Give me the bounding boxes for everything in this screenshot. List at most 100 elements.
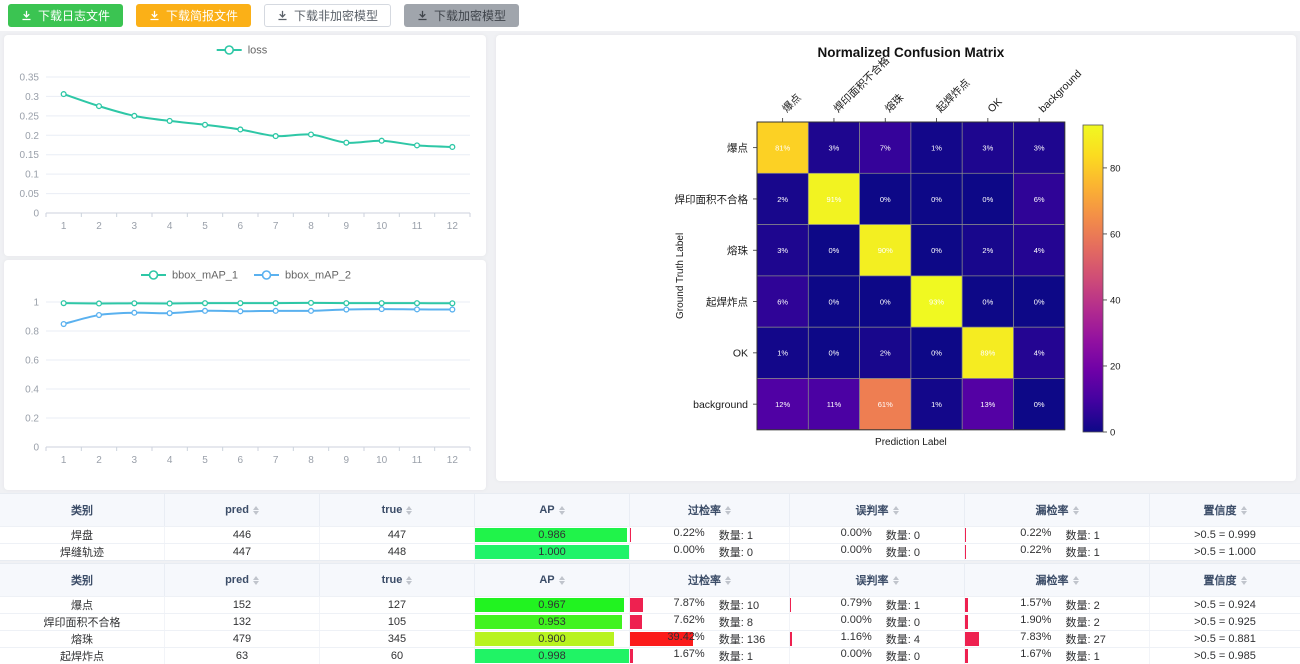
- svg-text:bbox_mAP_2: bbox_mAP_2: [285, 270, 351, 282]
- sort-icon[interactable]: [725, 506, 731, 515]
- conf-cell: >0.5 = 1.000: [1150, 544, 1300, 560]
- over-pct-value: 0.22%: [630, 527, 705, 543]
- over-rate-text: 7.87%数量: 10: [630, 597, 789, 613]
- sort-icon[interactable]: [253, 506, 259, 515]
- miss-pct-value: 1.57%: [965, 597, 1051, 613]
- sort-icon[interactable]: [253, 576, 259, 585]
- sort-down-caret: [406, 511, 412, 515]
- matrix-row-label: 爆点: [727, 141, 748, 154]
- column-header-label: 漏检率: [1036, 502, 1069, 518]
- chart-legend[interactable]: loss: [217, 45, 268, 57]
- column-header-mis[interactable]: 误判率: [790, 564, 965, 596]
- svg-text:0.15: 0.15: [20, 150, 40, 161]
- sort-up-caret: [1241, 576, 1247, 580]
- chart-legend[interactable]: bbox_mAP_1bbox_mAP_2: [141, 270, 351, 282]
- column-header-ap[interactable]: AP: [475, 494, 630, 526]
- sort-icon[interactable]: [1241, 506, 1247, 515]
- sort-up-caret: [893, 506, 899, 510]
- pred-value: 447: [233, 546, 251, 558]
- sort-icon[interactable]: [893, 576, 899, 585]
- sort-icon[interactable]: [1073, 506, 1079, 515]
- column-header-label: true: [382, 574, 403, 586]
- svg-text:20: 20: [1110, 361, 1121, 372]
- column-header-miss[interactable]: 漏检率: [965, 564, 1150, 596]
- matrix-row-label: 焊印面积不合格: [675, 193, 749, 206]
- over-cell: 39.42%数量: 136: [630, 631, 790, 647]
- sort-up-caret: [1241, 506, 1247, 510]
- column-header-pred[interactable]: pred: [165, 494, 320, 526]
- svg-text:0%: 0%: [982, 297, 993, 306]
- svg-text:0: 0: [33, 209, 39, 220]
- download-report-button[interactable]: 下载简报文件: [136, 4, 251, 27]
- svg-text:3%: 3%: [829, 143, 840, 152]
- svg-text:6: 6: [238, 455, 244, 466]
- svg-text:0%: 0%: [931, 349, 942, 358]
- download-log-button[interactable]: 下载日志文件: [8, 4, 123, 27]
- sort-icon[interactable]: [559, 506, 565, 515]
- over-cell: 7.62%数量: 8: [630, 614, 790, 630]
- label-cell: 焊盘: [0, 527, 165, 543]
- svg-text:13%: 13%: [980, 400, 995, 409]
- miss-cell: 1.57%数量: 2: [965, 597, 1150, 613]
- svg-text:4: 4: [167, 221, 173, 232]
- mis-cell: 0.00%数量: 0: [790, 544, 965, 560]
- over-qty-value: 数量: 136: [705, 631, 790, 647]
- true-value: 127: [388, 599, 406, 611]
- conf-cell: >0.5 = 0.985: [1150, 648, 1300, 664]
- column-header-true[interactable]: true: [320, 494, 475, 526]
- mis-qty-value: 数量: 0: [872, 614, 965, 630]
- matrix-xlabel: Prediction Label: [875, 437, 947, 448]
- sort-icon[interactable]: [1241, 576, 1247, 585]
- column-header-ap[interactable]: AP: [475, 564, 630, 596]
- column-header-pred[interactable]: pred: [165, 564, 320, 596]
- column-header-over[interactable]: 过检率: [630, 494, 790, 526]
- label-cell: 爆点: [0, 597, 165, 613]
- column-header-label: 类别: [0, 494, 165, 526]
- download-encrypted-model-button[interactable]: 下载加密模型: [404, 4, 519, 27]
- matrix-row-label: background: [693, 399, 748, 411]
- svg-text:6: 6: [238, 221, 244, 232]
- pred-value: 132: [233, 616, 251, 628]
- download-plain-model-button[interactable]: 下载非加密模型: [264, 4, 391, 27]
- column-header-over[interactable]: 过检率: [630, 564, 790, 596]
- svg-text:3%: 3%: [982, 143, 993, 152]
- mis-qty-value: 数量: 0: [872, 648, 965, 664]
- matrix-ylabel: Ground Truth Label: [675, 233, 686, 319]
- sort-down-caret: [725, 511, 731, 515]
- column-header-label: 误判率: [856, 572, 889, 588]
- column-header-true[interactable]: true: [320, 564, 475, 596]
- label-value: 焊印面积不合格: [44, 614, 121, 630]
- sort-icon[interactable]: [893, 506, 899, 515]
- over-rate-text: 0.00%数量: 0: [630, 544, 789, 560]
- over-qty-value: 数量: 0: [705, 544, 790, 560]
- miss-rate-text: 0.22%数量: 1: [965, 544, 1149, 560]
- over-qty-value: 数量: 10: [705, 597, 790, 613]
- label-cell: 焊缝轨迹: [0, 544, 165, 560]
- sort-icon[interactable]: [406, 576, 412, 585]
- svg-text:4%: 4%: [1034, 349, 1045, 358]
- conf-cell: >0.5 = 0.881: [1150, 631, 1300, 647]
- svg-text:1: 1: [33, 298, 39, 309]
- column-header-mis[interactable]: 误判率: [790, 494, 965, 526]
- sort-icon[interactable]: [725, 576, 731, 585]
- column-header-miss[interactable]: 漏检率: [965, 494, 1150, 526]
- true-cell: 105: [320, 614, 475, 630]
- mis-rate-text: 0.00%数量: 0: [790, 527, 964, 543]
- column-header-label: 置信度: [1204, 572, 1237, 588]
- column-header-label: pred: [225, 574, 249, 586]
- svg-text:10: 10: [376, 221, 388, 232]
- sort-icon[interactable]: [559, 576, 565, 585]
- sort-icon[interactable]: [406, 506, 412, 515]
- svg-text:0%: 0%: [829, 246, 840, 255]
- mis-rate-text: 1.16%数量: 4: [790, 631, 964, 647]
- mis-pct-value: 0.79%: [790, 597, 872, 613]
- over-qty-value: 数量: 1: [705, 648, 790, 664]
- mis-rate-text: 0.00%数量: 0: [790, 648, 964, 664]
- column-header-conf[interactable]: 置信度: [1150, 564, 1300, 596]
- column-header-conf[interactable]: 置信度: [1150, 494, 1300, 526]
- svg-text:1: 1: [61, 221, 67, 232]
- sort-icon[interactable]: [1073, 576, 1079, 585]
- svg-text:12: 12: [447, 221, 459, 232]
- svg-text:11%: 11%: [827, 400, 842, 409]
- svg-text:9: 9: [344, 221, 350, 232]
